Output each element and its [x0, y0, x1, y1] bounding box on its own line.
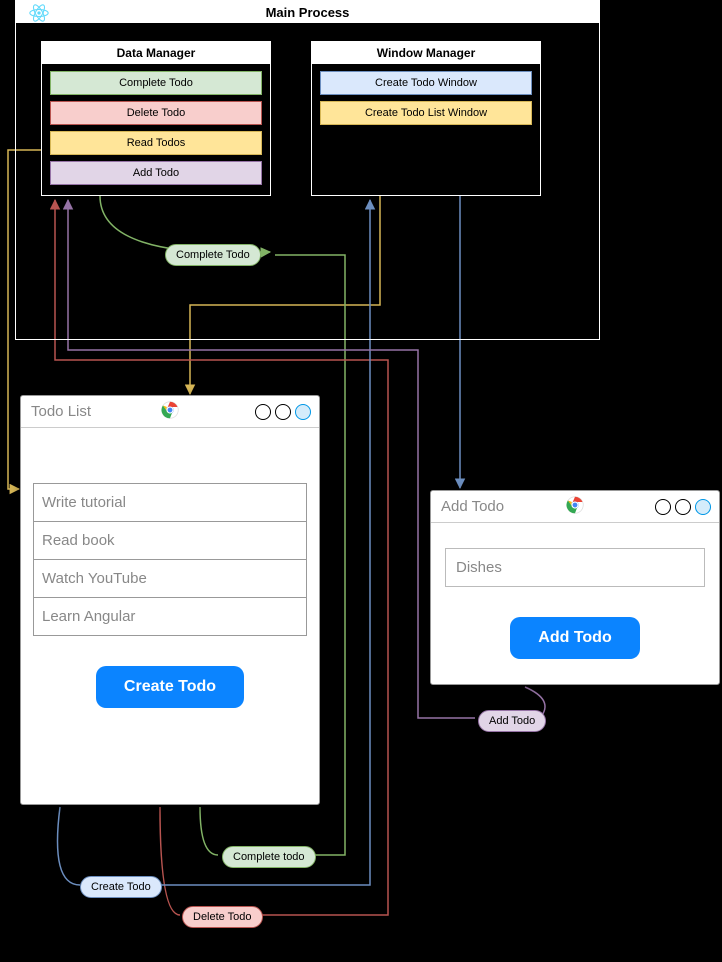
window-control-max[interactable] [275, 404, 291, 420]
window-control-max[interactable] [675, 499, 691, 515]
todo-items-list: Write tutorial Read book Watch YouTube L… [33, 483, 307, 636]
window-control-close[interactable] [295, 404, 311, 420]
todo-item[interactable]: Learn Angular [34, 598, 306, 635]
chrome-icon [566, 496, 584, 517]
window-control-close[interactable] [695, 499, 711, 515]
edge-label-complete-todo: Complete Todo [165, 244, 261, 266]
data-manager-title: Data Manager [42, 42, 270, 65]
window-manager-title: Window Manager [312, 42, 540, 65]
main-process-title: Main Process [16, 5, 599, 20]
action-delete-todo: Delete Todo [50, 101, 262, 125]
create-todo-button[interactable]: Create Todo [96, 666, 244, 708]
add-todo-button[interactable]: Add Todo [510, 617, 639, 659]
window-control-min[interactable] [655, 499, 671, 515]
edge-label-create-todo: Create Todo [80, 876, 162, 898]
window-control-min[interactable] [255, 404, 271, 420]
main-process-titlebar: Main Process [16, 1, 599, 23]
chrome-icon [161, 401, 179, 422]
todo-item[interactable]: Write tutorial [34, 484, 306, 522]
todo-input[interactable] [445, 548, 705, 587]
todo-item[interactable]: Watch YouTube [34, 560, 306, 598]
add-todo-window-title: Add Todo [441, 498, 504, 515]
data-manager-box: Data Manager Complete Todo Delete Todo R… [41, 41, 271, 196]
action-create-todo-window: Create Todo Window [320, 71, 532, 95]
todo-list-window-title: Todo List [31, 403, 91, 420]
action-create-todo-list-window: Create Todo List Window [320, 101, 532, 125]
action-complete-todo: Complete Todo [50, 71, 262, 95]
window-manager-box: Window Manager Create Todo Window Create… [311, 41, 541, 196]
action-add-todo: Add Todo [50, 161, 262, 185]
edge-label-add-todo: Add Todo [478, 710, 546, 732]
main-process-container: Main Process Data Manager Complete Todo … [15, 0, 600, 340]
todo-list-window: Todo List Write tutorial Read book Watch… [20, 395, 320, 805]
todo-list-titlebar[interactable]: Todo List [21, 396, 319, 428]
todo-item[interactable]: Read book [34, 522, 306, 560]
edge-label-delete-todo: Delete Todo [182, 906, 263, 928]
action-read-todos: Read Todos [50, 131, 262, 155]
add-todo-window: Add Todo Add Todo [430, 490, 720, 685]
add-todo-titlebar[interactable]: Add Todo [431, 491, 719, 523]
react-icon [28, 3, 50, 26]
edge-label-complete-todo-bottom: Complete todo [222, 846, 316, 868]
